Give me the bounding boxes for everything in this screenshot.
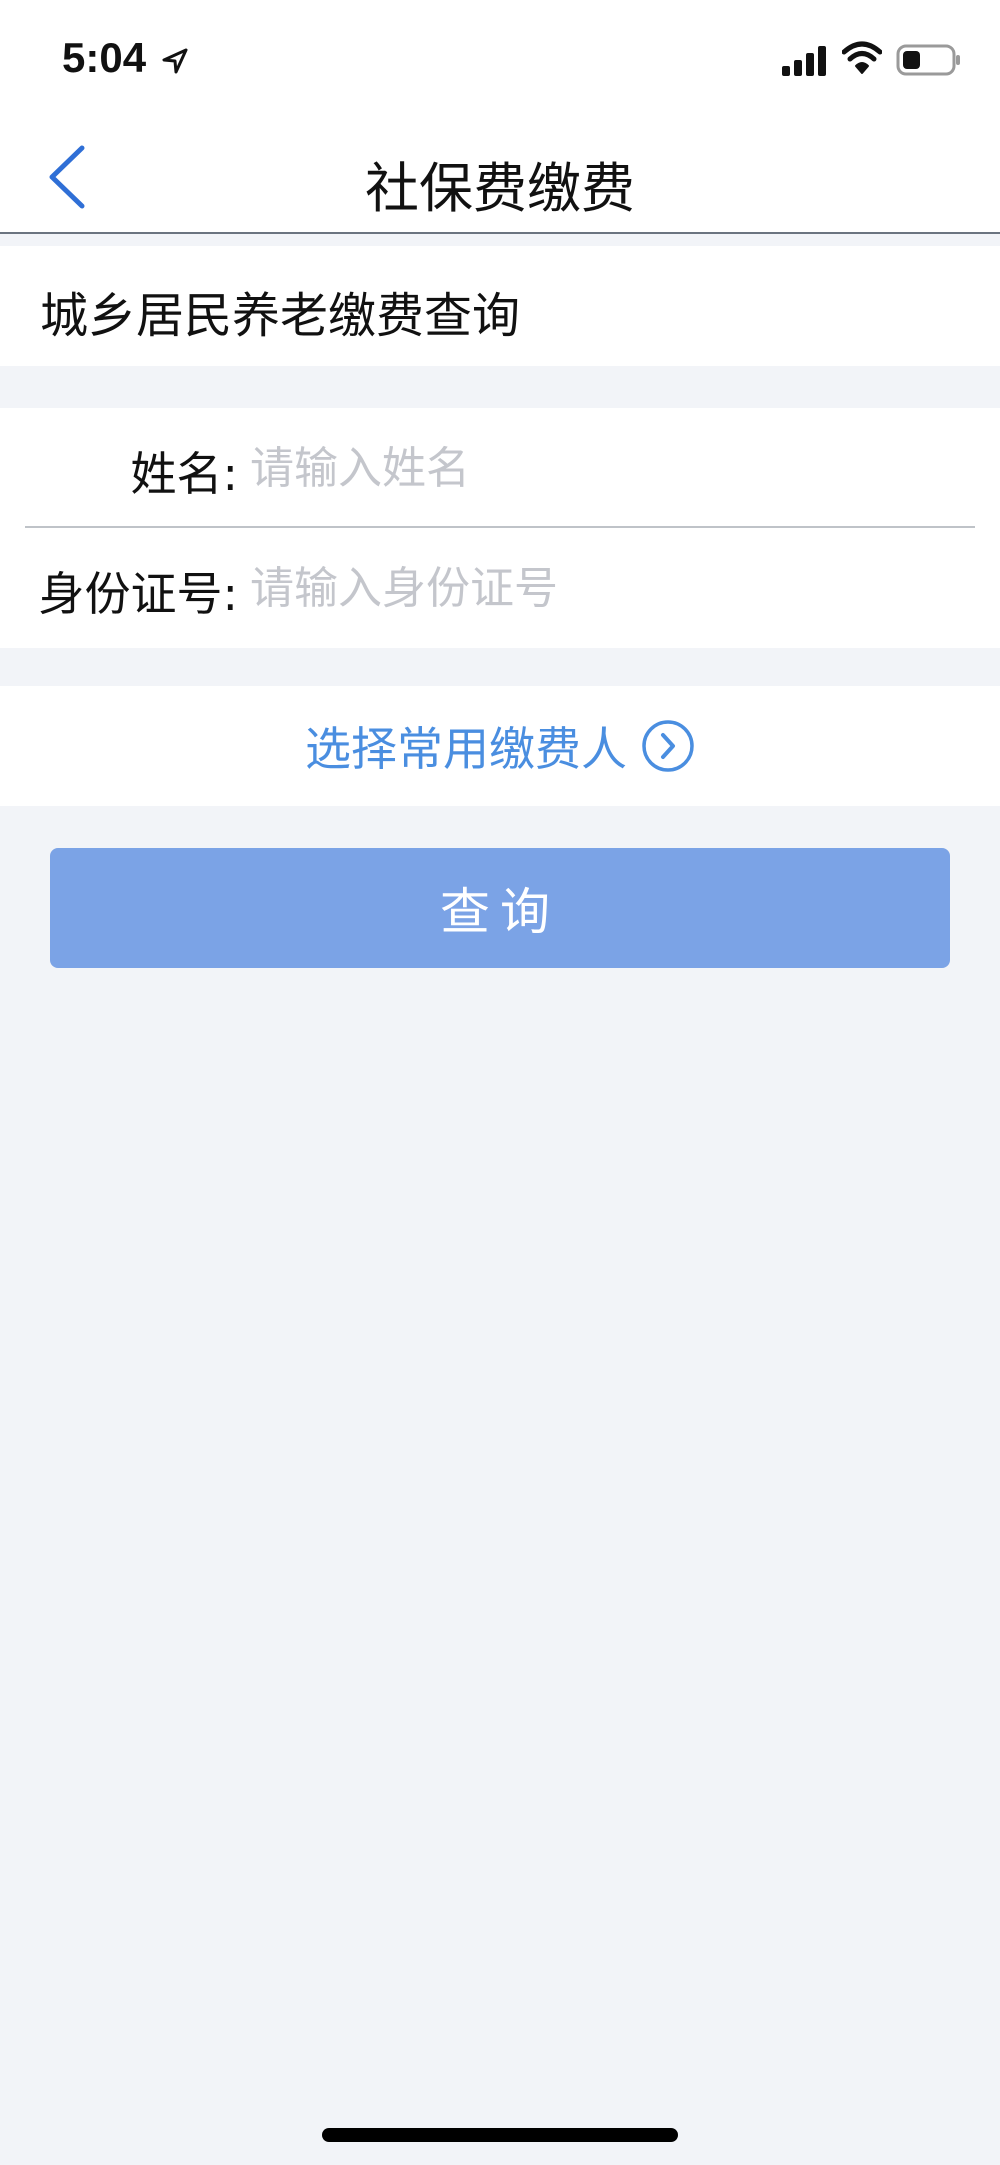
name-row: 姓名: bbox=[0, 408, 1000, 528]
query-form: 姓名: 身份证号: bbox=[0, 408, 1000, 648]
nav-bar: 社保费缴费 bbox=[0, 120, 1000, 234]
query-button-label: 查询 bbox=[440, 883, 560, 941]
id-number-row: 身份证号: bbox=[0, 528, 1000, 648]
battery-icon bbox=[896, 44, 960, 76]
name-label: 姓名: bbox=[130, 447, 239, 501]
location-arrow-icon bbox=[162, 48, 188, 74]
id-number-input[interactable] bbox=[250, 550, 950, 626]
page-title: 社保费缴费 bbox=[365, 157, 635, 220]
wifi-icon bbox=[842, 41, 882, 74]
select-frequent-payer-button[interactable]: 选择常用缴费人 bbox=[0, 686, 1000, 806]
home-indicator bbox=[322, 2128, 678, 2142]
select-payer-label: 选择常用缴费人 bbox=[305, 722, 627, 776]
section-title: 城乡居民养老缴费查询 bbox=[40, 288, 521, 344]
name-input[interactable] bbox=[250, 430, 950, 506]
chevron-right-circle-icon bbox=[642, 720, 694, 772]
status-bar: 5:04 bbox=[0, 0, 1000, 120]
section-header: 城乡居民养老缴费查询 bbox=[0, 246, 1000, 366]
cellular-signal-icon bbox=[782, 46, 826, 76]
id-number-label: 身份证号: bbox=[38, 567, 239, 621]
status-time: 5:04 bbox=[62, 34, 147, 81]
query-button[interactable]: 查询 bbox=[50, 848, 950, 968]
